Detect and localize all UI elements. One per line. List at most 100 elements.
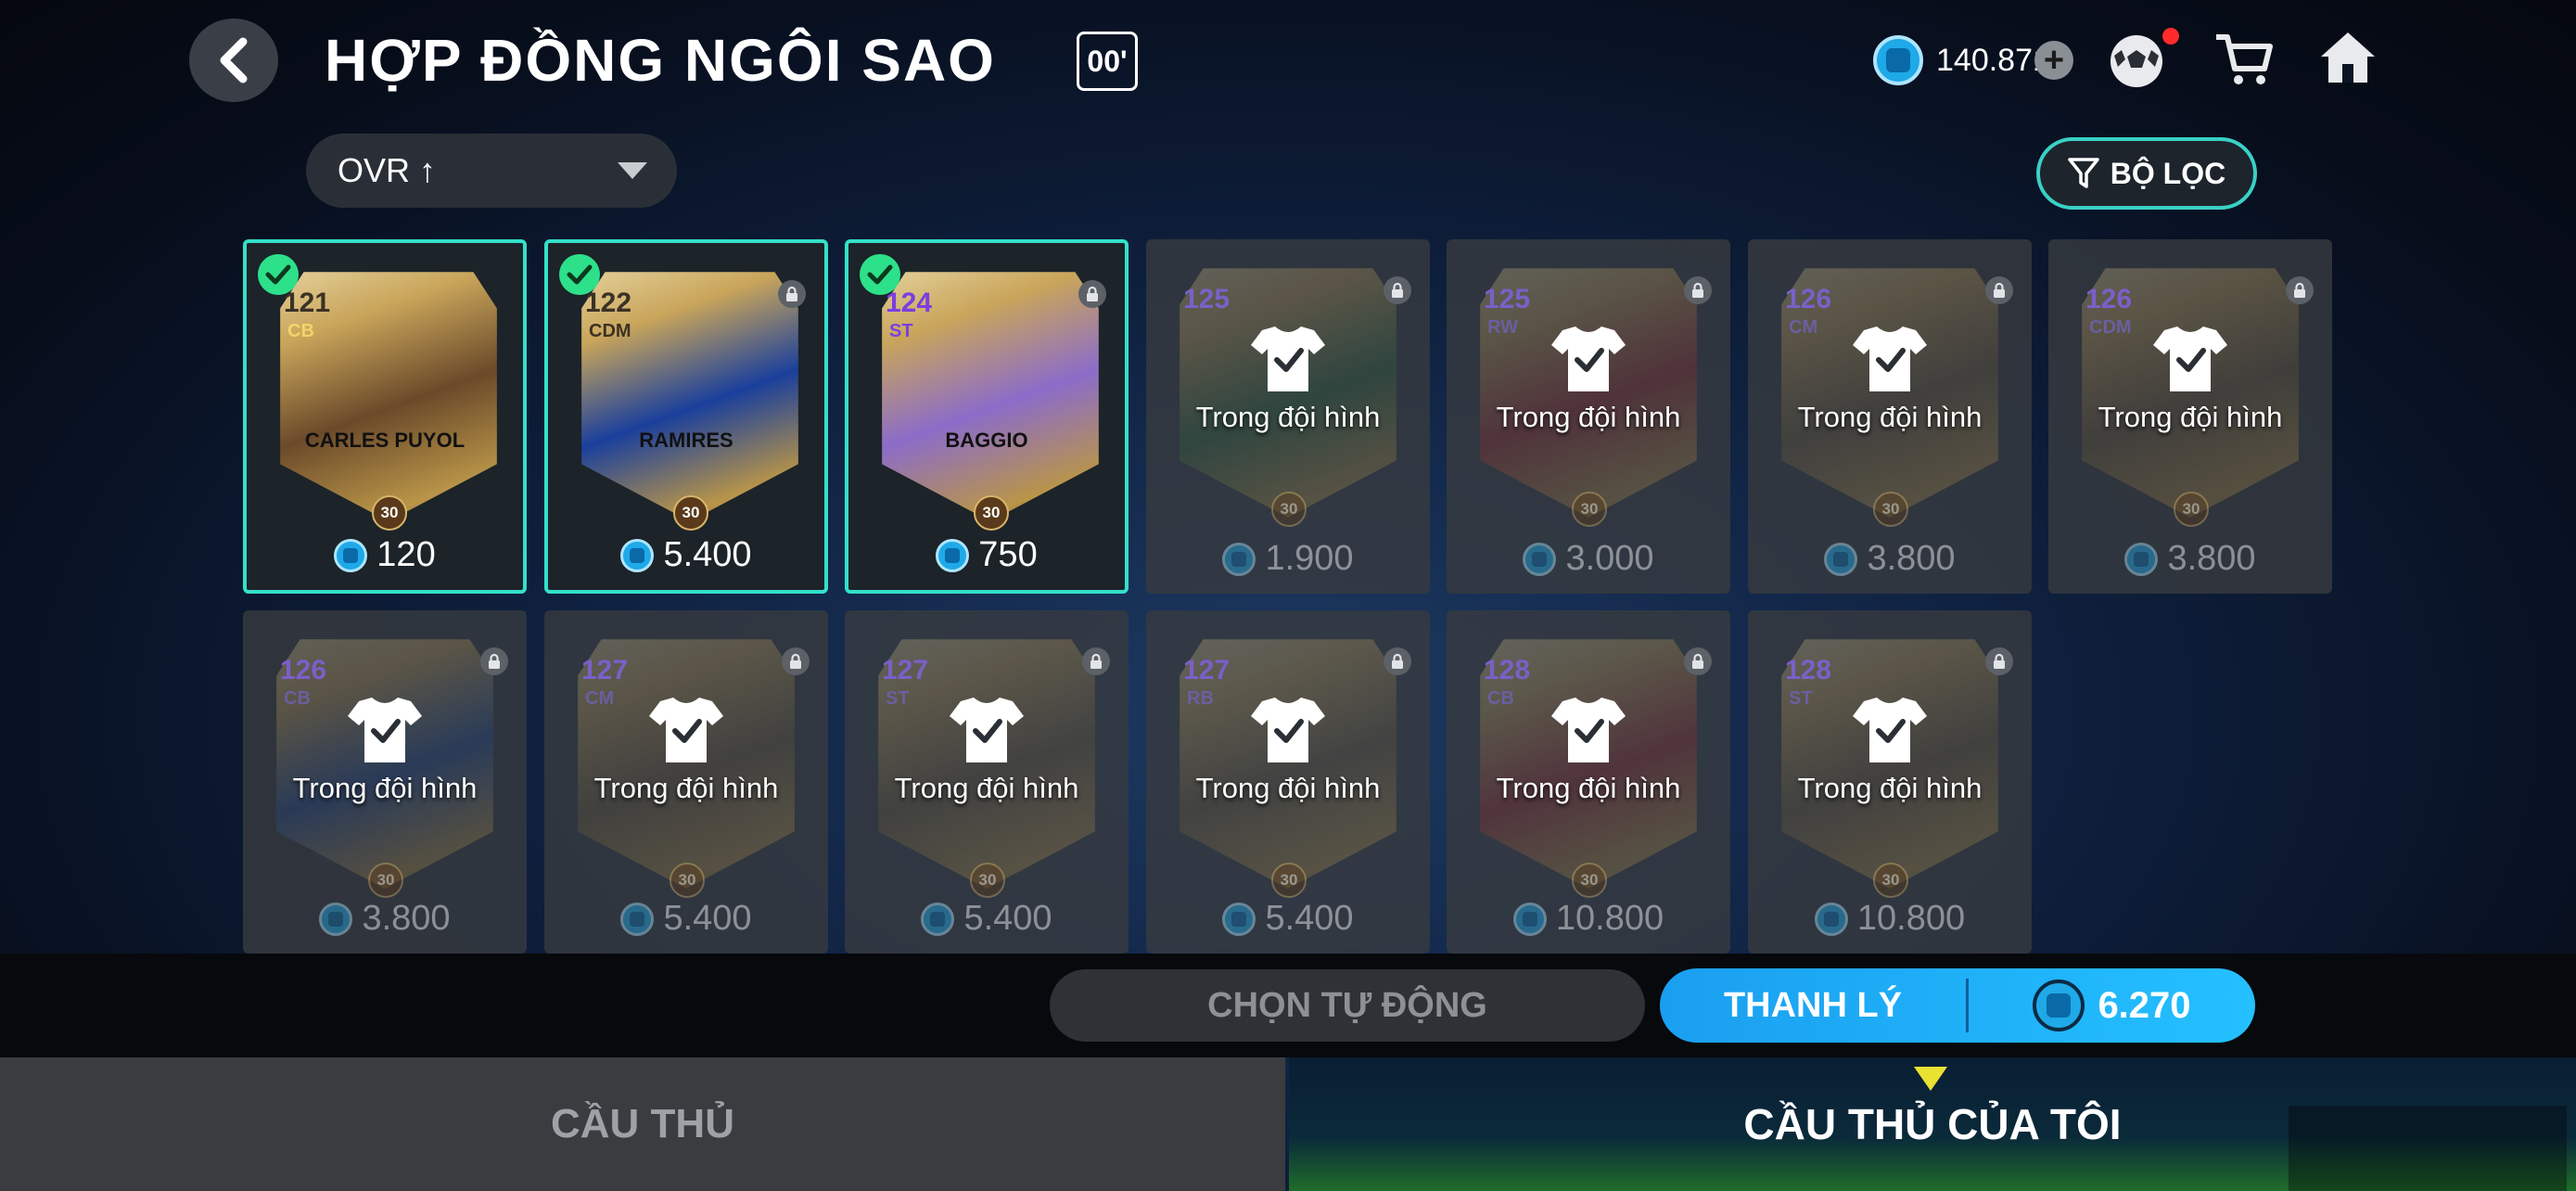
filter-label: BỘ LỌC [2110,156,2226,190]
player-card[interactable]: 125 30 Trong đội hình 1.900 [1146,239,1430,594]
back-button[interactable] [189,19,278,102]
player-card[interactable]: 125 RW 30 Trong đội hình 3.000 [1447,239,1730,594]
chevron-down-icon [618,162,647,179]
in-squad-label: Trong đội hình [1195,772,1381,804]
card-price-value: 750 [978,535,1038,574]
player-card[interactable]: 128 CB 30 Trong đội hình 10.800 [1447,610,1730,954]
coin-icon [1824,542,1858,576]
check-icon [860,254,900,295]
card-badge: 30 [1271,492,1307,527]
card-badge: 30 [1271,863,1307,898]
card-badge: 30 [2174,492,2209,527]
card-price: 1.900 [1146,539,1430,579]
currency-coin-icon [1873,35,1923,85]
chevron-left-icon [220,37,248,83]
in-squad-overlay: Trong đội hình [1447,694,1730,805]
in-squad-label: Trong đội hình [894,772,1079,804]
card-price: 5.400 [1146,899,1430,939]
coin-icon [620,538,655,572]
ball-icon[interactable] [2103,26,2170,93]
jersey-icon [1853,698,1927,762]
player-card[interactable]: 122 CDM RAMIRES 30 5.400 [544,239,828,594]
card-price-value: 10.800 [1555,899,1664,938]
card-ovr: 126 [2085,284,2133,314]
card-price-value: 5.400 [963,899,1052,938]
in-squad-label: Trong đội hình [1195,401,1381,433]
lock-icon [1684,647,1712,675]
coin-icon [1814,902,1848,936]
card-badge: 30 [673,495,708,531]
in-squad-label: Trong đội hình [2098,401,2283,433]
player-card[interactable]: 126 CDM 30 Trong đội hình 3.800 [2048,239,2332,594]
card-badge: 30 [1873,492,1908,527]
card-price: 3.800 [1748,539,2032,579]
in-squad-overlay: Trong đội hình [1146,694,1430,805]
card-price: 750 [848,535,1125,575]
player-card[interactable]: 121 CB CARLES PUYOL 30 120 [243,239,527,594]
card-badge: 30 [670,863,705,898]
tab-players[interactable]: CẦU THỦ [0,1057,1285,1191]
card-price-value: 120 [376,535,436,574]
sell-button[interactable]: THANH LÝ 6.270 [1660,968,2255,1043]
card-price: 3.800 [2048,539,2332,579]
card-price-value: 5.400 [663,535,752,574]
auto-select-button[interactable]: CHỌN TỰ ĐỘNG [1050,969,1645,1042]
player-card[interactable]: 127 CM 30 Trong đội hình 5.400 [544,610,828,954]
in-squad-label: Trong đội hình [292,772,478,804]
card-ovr: 127 [1183,655,1231,685]
card-price: 5.400 [544,899,828,939]
card-ovr: 127 [581,655,629,685]
in-squad-overlay: Trong đội hình [544,694,828,805]
in-squad-label: Trong đội hình [1797,772,1983,804]
currency-balance: 140.871 [1936,43,2050,78]
coin-icon [620,902,655,936]
sort-dropdown[interactable]: OVR ↑ [306,134,677,208]
jersey-icon [1251,327,1325,391]
lock-icon [480,647,508,675]
card-ovr: 127 [882,655,929,685]
player-card[interactable]: 127 RB 30 Trong đội hình 5.400 [1146,610,1430,954]
card-position: CDM [589,321,631,341]
add-currency-button[interactable]: + [2034,41,2073,80]
player-card[interactable]: 126 CB 30 Trong đội hình 3.800 [243,610,527,954]
coin-icon [1523,542,1557,576]
home-icon[interactable] [2315,24,2381,91]
filter-button[interactable]: BỘ LỌC [2036,137,2257,210]
player-card[interactable]: 127 ST 30 Trong đội hình 5.400 [845,610,1129,954]
card-price-value: 5.400 [663,899,752,938]
player-card[interactable]: 124 ST BAGGIO 30 750 [845,239,1129,594]
card-price-value: 1.900 [1265,539,1354,578]
card-ovr: 125 [1484,284,1531,314]
card-price-value: 3.800 [2167,539,2256,578]
notification-dot [2162,28,2179,45]
coin-icon [334,538,368,572]
lock-icon [1082,647,1110,675]
card-ovr: 128 [1484,655,1531,685]
coin-icon [2033,980,2085,1031]
card-price-value: 10.800 [1856,899,1966,938]
player-card[interactable]: 126 CM 30 Trong đội hình 3.800 [1748,239,2032,594]
in-squad-label: Trong đội hình [1496,772,1681,804]
in-squad-overlay: Trong đội hình [1146,323,1430,434]
lock-icon [1985,276,2013,304]
in-squad-overlay: Trong đội hình [845,694,1129,805]
corner-overlay [2289,1106,2567,1191]
card-price: 10.800 [1447,899,1730,939]
sell-label: THANH LÝ [1723,985,1903,1025]
card-price: 120 [247,535,523,575]
lock-icon [782,647,810,675]
season-badge: 00' [1077,32,1138,91]
lock-icon [1384,276,1411,304]
cart-icon[interactable] [2211,26,2277,93]
active-tab-marker [1914,1067,1947,1091]
in-squad-overlay: Trong đội hình [1748,694,2032,805]
lock-icon [1078,280,1106,308]
card-price: 5.400 [548,535,824,575]
card-price: 3.800 [243,899,527,939]
card-badge: 30 [1572,863,1607,898]
jersey-icon [348,698,422,762]
card-price: 10.800 [1748,899,2032,939]
card-ovr: 126 [1785,284,1832,314]
coin-icon [1222,542,1256,576]
player-card[interactable]: 128 ST 30 Trong đội hình 10.800 [1748,610,2032,954]
